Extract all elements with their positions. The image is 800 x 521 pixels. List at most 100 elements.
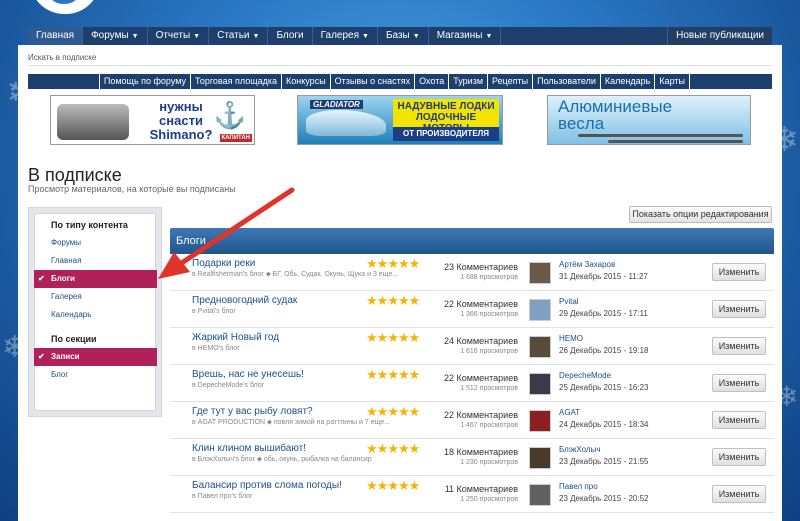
star-icon[interactable]: ★: [409, 331, 421, 346]
edit-button[interactable]: Изменить: [712, 300, 766, 318]
star-icon[interactable]: ★: [387, 294, 399, 309]
comment-count[interactable]: 18 Комментариев: [432, 447, 518, 457]
author-link[interactable]: Артём Захаров: [559, 260, 615, 269]
forum-nav-hunting[interactable]: Охота: [414, 74, 448, 89]
nav-blogs[interactable]: Блоги: [268, 27, 313, 45]
star-icon[interactable]: ★: [409, 405, 421, 420]
breadcrumb[interactable]: Искать в подписке: [28, 53, 96, 62]
star-icon[interactable]: ★: [398, 294, 410, 309]
star-icon[interactable]: ★: [398, 442, 410, 457]
star-icon[interactable]: ★: [377, 331, 389, 346]
forum-nav-tourism[interactable]: Туризм: [448, 74, 487, 89]
comment-count[interactable]: 24 Комментариев: [432, 336, 518, 346]
author-link[interactable]: HEMO: [559, 334, 583, 343]
star-icon[interactable]: ★: [366, 368, 378, 383]
star-icon[interactable]: ★: [398, 331, 410, 346]
star-icon[interactable]: ★: [377, 368, 389, 383]
sidebar-item-gallery[interactable]: Галерея: [35, 288, 155, 306]
star-icon[interactable]: ★: [387, 368, 399, 383]
forum-nav-help[interactable]: Помощь по форуму: [98, 74, 190, 89]
star-icon[interactable]: ★: [409, 368, 421, 383]
banner-gladiator[interactable]: GLADIATOR НАДУВНЫЕ ЛОДКИ ЛОДОЧНЫЕ МОТОРЫ…: [297, 95, 503, 145]
sidebar-item-blog[interactable]: Блог: [35, 366, 155, 384]
entry-title-link[interactable]: Клин клином вышибают!: [192, 443, 306, 454]
comment-count[interactable]: 22 Комментариев: [432, 410, 518, 420]
star-icon[interactable]: ★: [366, 257, 378, 272]
comment-count[interactable]: 23 Комментариев: [432, 262, 518, 272]
sidebar-item-entries[interactable]: ✔ Записи: [34, 348, 157, 366]
comment-count[interactable]: 11 Комментариев: [432, 484, 518, 494]
entry-title-link[interactable]: Где тут у вас рыбу ловят?: [192, 406, 313, 417]
star-icon[interactable]: ★: [387, 331, 399, 346]
star-icon[interactable]: ★: [398, 257, 410, 272]
star-icon[interactable]: ★: [366, 479, 378, 494]
avatar[interactable]: [529, 410, 551, 432]
edit-button[interactable]: Изменить: [712, 374, 766, 392]
sidebar-item-blogs[interactable]: ✔ Блоги: [34, 270, 157, 288]
site-logo[interactable]: [30, 0, 100, 14]
star-icon[interactable]: ★: [387, 257, 399, 272]
avatar[interactable]: [529, 336, 551, 358]
avatar[interactable]: [529, 373, 551, 395]
show-edit-options-button[interactable]: Показать опции редактирования: [629, 206, 772, 223]
star-icon[interactable]: ★: [409, 257, 421, 272]
author-link[interactable]: Pvital: [559, 297, 579, 306]
forum-nav-maps[interactable]: Карты: [654, 74, 690, 89]
avatar[interactable]: [529, 447, 551, 469]
forum-nav-marketplace[interactable]: Торговая площадка: [190, 74, 281, 89]
star-icon[interactable]: ★: [366, 331, 378, 346]
avatar[interactable]: [529, 262, 551, 284]
avatar[interactable]: [529, 299, 551, 321]
nav-gallery[interactable]: Галерея ▼: [313, 27, 378, 45]
nav-shops[interactable]: Магазины ▼: [429, 27, 502, 45]
author-link[interactable]: Павел про: [559, 482, 598, 491]
forum-nav-calendar[interactable]: Календарь: [599, 74, 654, 89]
forum-nav-contests[interactable]: Конкурсы: [281, 74, 330, 89]
nav-home[interactable]: Главная: [28, 27, 84, 45]
author-link[interactable]: AGAT: [559, 408, 580, 417]
entry-title-link[interactable]: Врешь, нас не унесешь!: [192, 369, 304, 380]
sidebar-item-forums[interactable]: Форумы: [35, 234, 155, 252]
avatar[interactable]: [529, 484, 551, 506]
star-icon[interactable]: ★: [398, 479, 410, 494]
nav-articles[interactable]: Статьи ▼: [209, 27, 269, 45]
edit-button[interactable]: Изменить: [712, 448, 766, 466]
star-icon[interactable]: ★: [398, 368, 410, 383]
new-publications-link[interactable]: Новые публикации: [667, 27, 772, 45]
nav-forums[interactable]: Форумы ▼: [83, 27, 148, 45]
forum-nav-recipes[interactable]: Рецепты: [487, 74, 532, 89]
comment-count[interactable]: 22 Комментариев: [432, 373, 518, 383]
comment-count[interactable]: 22 Комментариев: [432, 299, 518, 309]
star-icon[interactable]: ★: [377, 479, 389, 494]
star-icon[interactable]: ★: [387, 405, 399, 420]
star-icon[interactable]: ★: [377, 442, 389, 457]
star-icon[interactable]: ★: [387, 479, 399, 494]
entry-title-link[interactable]: Жаркий Новый год: [192, 332, 279, 343]
sidebar-item-calendar[interactable]: Календарь: [35, 306, 155, 324]
edit-button[interactable]: Изменить: [712, 485, 766, 503]
star-icon[interactable]: ★: [377, 405, 389, 420]
star-icon[interactable]: ★: [409, 479, 421, 494]
star-icon[interactable]: ★: [398, 405, 410, 420]
author-link[interactable]: БлэкХолыч: [559, 445, 601, 454]
entry-title-link[interactable]: Предновогодний судак: [192, 295, 297, 306]
star-icon[interactable]: ★: [387, 442, 399, 457]
entry-title-link[interactable]: Подарки реки: [192, 258, 255, 269]
star-icon[interactable]: ★: [409, 294, 421, 309]
edit-button[interactable]: Изменить: [712, 337, 766, 355]
sidebar-item-home[interactable]: Главная: [35, 252, 155, 270]
star-icon[interactable]: ★: [366, 442, 378, 457]
star-icon[interactable]: ★: [366, 405, 378, 420]
star-icon[interactable]: ★: [366, 294, 378, 309]
forum-nav-reviews[interactable]: Отзывы о снастях: [329, 74, 414, 89]
edit-button[interactable]: Изменить: [712, 263, 766, 281]
entry-title-link[interactable]: Балансир против слома погоды!: [192, 480, 342, 491]
nav-databases[interactable]: Базы ▼: [378, 27, 429, 45]
edit-button[interactable]: Изменить: [712, 411, 766, 429]
star-icon[interactable]: ★: [409, 442, 421, 457]
author-link[interactable]: DepecheMode: [559, 371, 611, 380]
banner-oars[interactable]: Алюминиевые весла: [547, 95, 751, 145]
star-icon[interactable]: ★: [377, 257, 389, 272]
banner-shimano[interactable]: нужны снасти Shimano? ⚓ КАПИТАН: [50, 95, 255, 145]
forum-nav-users[interactable]: Пользователи: [532, 74, 600, 89]
